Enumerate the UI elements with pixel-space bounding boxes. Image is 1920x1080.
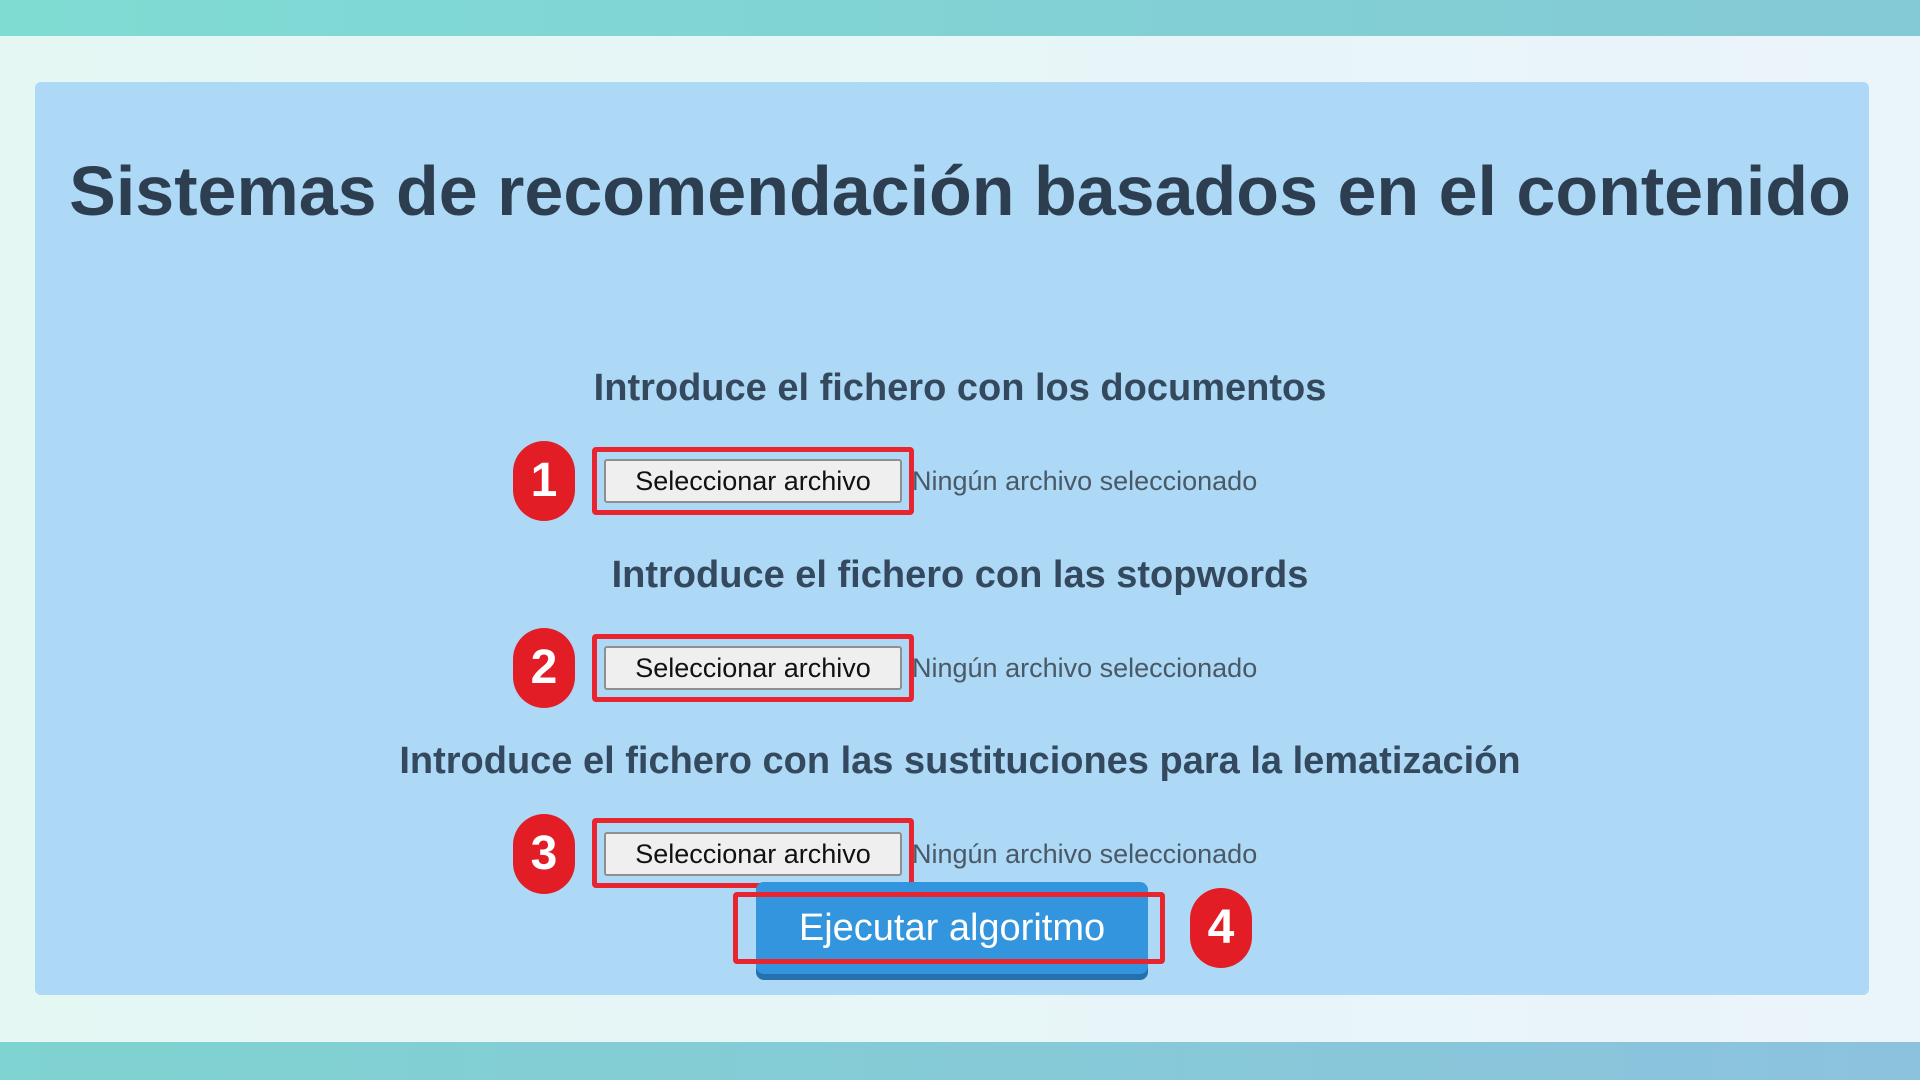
documents-file-status: Ningún archivo seleccionado	[912, 466, 1258, 496]
stopwords-file-status: Ningún archivo seleccionado	[912, 653, 1258, 683]
annotation-marker-4: 4	[1190, 888, 1252, 968]
top-band	[0, 0, 1920, 36]
stopwords-file-button[interactable]: Seleccionar archivo	[604, 646, 902, 690]
page-title: Sistemas de recomendación basados en el …	[69, 152, 1851, 230]
annotation-marker-1: 1	[513, 441, 575, 521]
lemmatization-file-status: Ningún archivo seleccionado	[912, 839, 1258, 869]
documents-file-button[interactable]: Seleccionar archivo	[604, 459, 902, 503]
bottom-band	[0, 1042, 1920, 1080]
stopwords-file-label: Introduce el fichero con las stopwords	[611, 554, 1309, 596]
annotation-marker-3: 3	[513, 814, 575, 894]
annotation-marker-2: 2	[513, 628, 575, 708]
documents-file-label: Introduce el fichero con los documentos	[593, 367, 1327, 409]
lemmatization-file-button[interactable]: Seleccionar archivo	[604, 832, 902, 876]
lemmatization-file-label: Introduce el fichero con las sustitucion…	[399, 740, 1521, 782]
annotation-highlight-4	[733, 892, 1165, 964]
